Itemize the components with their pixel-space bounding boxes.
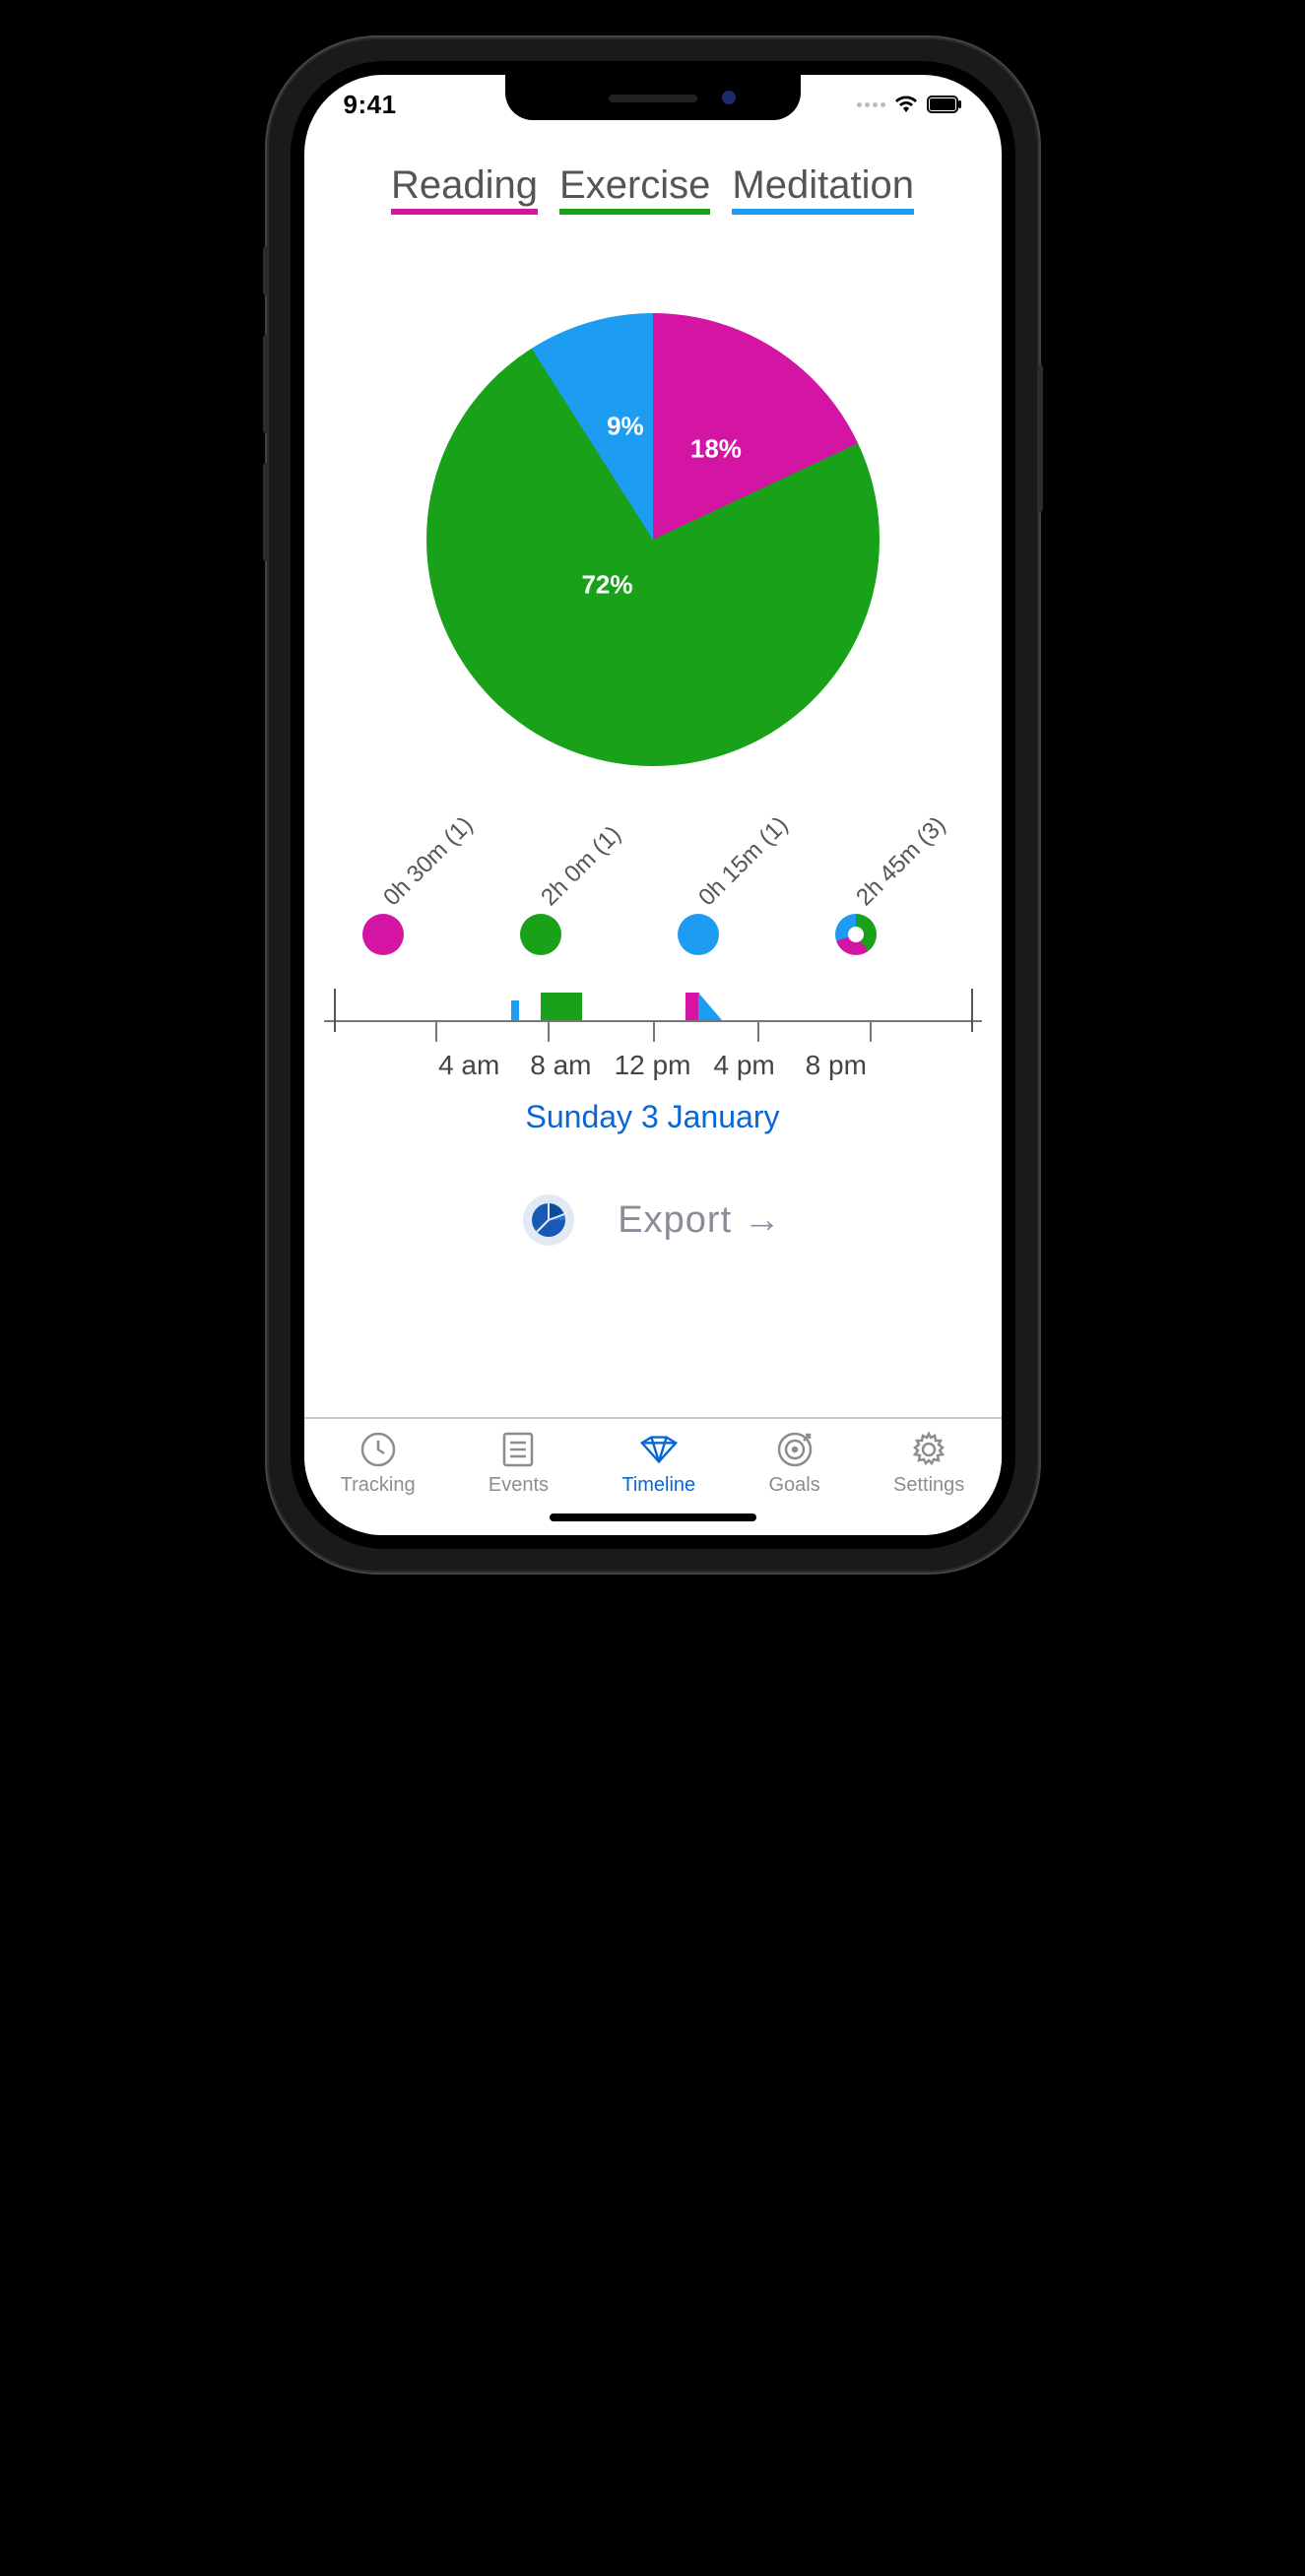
- legend-exercise[interactable]: Exercise: [559, 163, 710, 215]
- chip-reading[interactable]: 0h 30m (1): [362, 845, 471, 955]
- timeline-bar-reading: [685, 993, 699, 1020]
- export-row: Export →: [304, 1194, 1002, 1246]
- export-button[interactable]: Export →: [618, 1199, 781, 1242]
- wifi-icon: [893, 95, 919, 114]
- timeline-bar-overlap: [698, 993, 722, 1020]
- pie-label-reading: 18%: [690, 434, 742, 465]
- pie-label-exercise: 72%: [581, 570, 632, 601]
- chip-reading-label: 0h 30m (1): [378, 811, 479, 912]
- legend-reading-label: Reading: [391, 163, 538, 207]
- timeline-tick-labels: . 4 am 8 am 12 pm 4 pm 8 pm .: [324, 1044, 982, 1081]
- legend-meditation[interactable]: Meditation: [732, 163, 914, 215]
- legend-meditation-label: Meditation: [732, 163, 914, 207]
- screen: 9:41 Reading: [304, 75, 1002, 1535]
- tab-goals-label: Goals: [768, 1474, 819, 1497]
- notch: [505, 75, 801, 120]
- chip-total-donut: [835, 914, 877, 955]
- chip-meditation-dot: [678, 914, 719, 955]
- timeline-date[interactable]: Sunday 3 January: [324, 1099, 982, 1135]
- category-legend: Reading Exercise Meditation: [304, 163, 1002, 215]
- list-icon: [497, 1429, 539, 1470]
- phone-frame: 9:41 Reading: [269, 39, 1037, 1571]
- timeline-bar-meditation: [511, 1000, 519, 1020]
- target-icon: [774, 1429, 816, 1470]
- diamond-icon: [638, 1429, 680, 1470]
- pie-chart[interactable]: 18% 72% 9%: [304, 313, 1002, 766]
- gear-icon: [908, 1429, 949, 1470]
- home-indicator[interactable]: [550, 1513, 756, 1521]
- tab-timeline-label: Timeline: [621, 1474, 695, 1497]
- chip-meditation[interactable]: 0h 15m (1): [678, 845, 786, 955]
- tab-goals[interactable]: Goals: [768, 1429, 819, 1497]
- pie-label-meditation: 9%: [607, 412, 644, 442]
- chip-exercise-dot: [520, 914, 561, 955]
- tab-timeline[interactable]: Timeline: [621, 1429, 695, 1497]
- timeline-bar-exercise: [541, 993, 582, 1020]
- tab-events-label: Events: [489, 1474, 549, 1497]
- pie-chart-icon[interactable]: [523, 1194, 574, 1246]
- tab-settings-label: Settings: [893, 1474, 964, 1497]
- duration-chips: 0h 30m (1) 2h 0m (1) 0h 15m (1) 2h 45m (…: [304, 845, 1002, 955]
- clock-icon: [358, 1429, 399, 1470]
- status-time: 9:41: [344, 90, 397, 120]
- tab-events[interactable]: Events: [489, 1429, 549, 1497]
- chip-total[interactable]: 2h 45m (3): [835, 845, 944, 955]
- chip-exercise-label: 2h 0m (1): [536, 821, 626, 912]
- chip-meditation-label: 0h 15m (1): [693, 811, 794, 912]
- battery-icon: [927, 96, 962, 113]
- chip-reading-dot: [362, 914, 404, 955]
- timeline-axis[interactable]: . 4 am 8 am 12 pm 4 pm 8 pm . Sunday 3 J…: [304, 989, 1002, 1135]
- chip-total-label: 2h 45m (3): [851, 811, 951, 912]
- tab-tracking-label: Tracking: [341, 1474, 416, 1497]
- tab-settings[interactable]: Settings: [893, 1429, 964, 1497]
- legend-reading[interactable]: Reading: [391, 163, 538, 215]
- tab-tracking[interactable]: Tracking: [341, 1429, 416, 1497]
- signal-dots-icon: [857, 102, 885, 107]
- chip-exercise[interactable]: 2h 0m (1): [520, 845, 628, 955]
- status-icons: [857, 95, 962, 114]
- legend-exercise-label: Exercise: [559, 163, 710, 207]
